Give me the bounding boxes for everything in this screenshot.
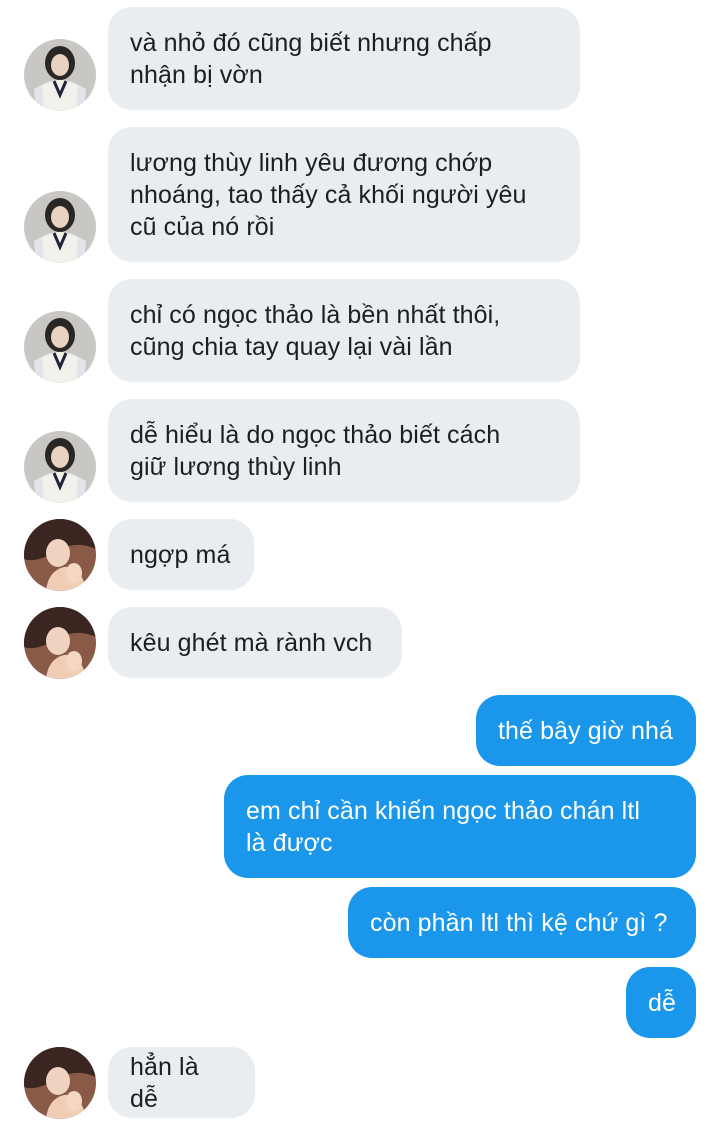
message-bubble-outgoing[interactable]: em chỉ cần khiến ngọc thảo chán ltl là đ… bbox=[224, 775, 696, 878]
avatar-contact-a[interactable] bbox=[24, 431, 96, 503]
message-bubble-incoming[interactable]: ngợp má bbox=[108, 519, 254, 590]
avatar-contact-a[interactable] bbox=[24, 39, 96, 111]
message-bubble-outgoing[interactable]: còn phần ltl thì kệ chứ gì ? bbox=[348, 887, 696, 958]
message-bubble-incoming[interactable]: dễ hiểu là do ngọc thảo biết cách giữ lư… bbox=[108, 399, 580, 502]
message-bubble-incoming[interactable]: chỉ có ngọc thảo là bền nhất thôi, cũng … bbox=[108, 279, 580, 382]
avatar-contact-a[interactable] bbox=[24, 191, 96, 263]
avatar-contact-b[interactable] bbox=[24, 519, 96, 591]
message-bubble-outgoing[interactable]: dễ bbox=[626, 967, 696, 1038]
message-bubble-incoming[interactable]: lương thùy linh yêu đương chớp nhoáng, t… bbox=[108, 127, 580, 262]
message-bubble-incoming[interactable]: và nhỏ đó cũng biết nhưng chấp nhận bị v… bbox=[108, 7, 580, 110]
message-bubble-incoming[interactable]: hẳn là dễ bbox=[108, 1047, 255, 1118]
message-bubble-outgoing[interactable]: thế bây giờ nhá bbox=[476, 695, 696, 766]
avatar-contact-b[interactable] bbox=[24, 1047, 96, 1119]
avatar-contact-a[interactable] bbox=[24, 311, 96, 383]
avatar-contact-b[interactable] bbox=[24, 607, 96, 679]
message-bubble-incoming[interactable]: kêu ghét mà rành vch bbox=[108, 607, 402, 678]
